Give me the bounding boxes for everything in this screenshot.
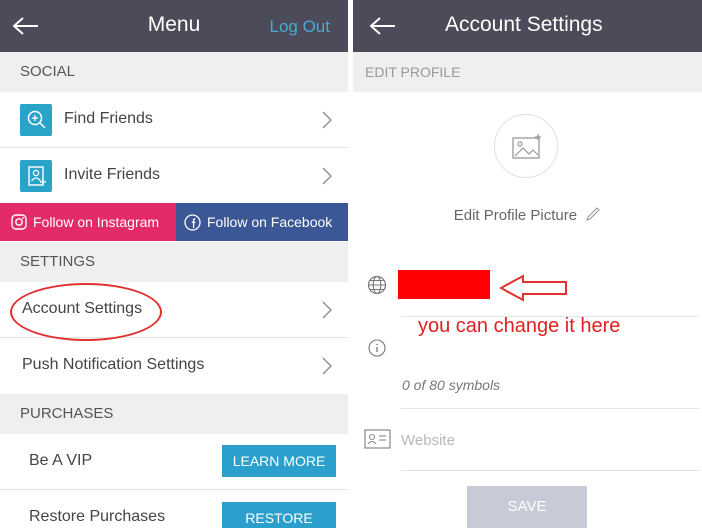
account-settings-panel: Account Settings EDIT PROFILE Edit Profi… bbox=[353, 0, 702, 528]
follow-instagram-label: Follow on Instagram bbox=[33, 214, 160, 230]
follow-facebook-label: Follow on Facebook bbox=[207, 214, 333, 230]
bio-underline bbox=[401, 408, 699, 409]
info-icon bbox=[368, 339, 386, 357]
find-friends-icon bbox=[20, 104, 52, 136]
chevron-right-icon bbox=[322, 111, 332, 129]
section-edit-profile: EDIT PROFILE bbox=[353, 52, 702, 92]
redacted-username[interactable] bbox=[398, 270, 490, 299]
social-follow-bar: Follow on Instagram Follow on Facebook bbox=[0, 203, 348, 241]
profile-picture[interactable] bbox=[494, 114, 558, 178]
edit-profile-picture-label: Edit Profile Picture bbox=[453, 207, 578, 224]
find-friends-label: Find Friends bbox=[64, 110, 153, 127]
facebook-icon bbox=[184, 214, 201, 231]
find-friends-item[interactable]: Find Friends bbox=[0, 92, 348, 148]
follow-instagram-button[interactable]: Follow on Instagram bbox=[0, 203, 176, 241]
menu-header: Menu Log Out bbox=[0, 0, 348, 52]
contact-card-icon bbox=[364, 429, 391, 449]
section-settings: SETTINGS bbox=[0, 242, 348, 282]
follow-facebook-button[interactable]: Follow on Facebook bbox=[176, 203, 348, 241]
pencil-icon bbox=[586, 207, 601, 221]
menu-panel: Menu Log Out SOCIAL Find Friends Invite … bbox=[0, 0, 348, 528]
back-arrow-icon[interactable] bbox=[369, 16, 397, 36]
bio-counter: 0 of 80 symbols bbox=[402, 377, 501, 393]
invite-friends-item[interactable]: Invite Friends bbox=[0, 148, 348, 204]
restore-button[interactable]: RESTORE bbox=[222, 502, 336, 528]
account-title: Account Settings bbox=[445, 13, 603, 36]
chevron-right-icon bbox=[322, 357, 332, 375]
invite-friends-label: Invite Friends bbox=[64, 166, 161, 183]
website-input[interactable] bbox=[401, 428, 691, 452]
save-button[interactable]: SAVE bbox=[467, 486, 587, 528]
invite-friends-icon bbox=[20, 160, 52, 192]
add-photo-icon bbox=[512, 134, 541, 159]
learn-more-button[interactable]: LEARN MORE bbox=[222, 445, 336, 477]
globe-icon bbox=[367, 275, 387, 295]
restore-purchases-item: Restore Purchases RESTORE bbox=[0, 490, 348, 528]
chevron-right-icon bbox=[322, 167, 332, 185]
section-social: SOCIAL bbox=[0, 52, 348, 92]
instagram-icon bbox=[11, 214, 27, 230]
logout-button[interactable]: Log Out bbox=[270, 17, 331, 37]
account-header: Account Settings bbox=[353, 0, 702, 52]
vip-label: Be A VIP bbox=[29, 452, 93, 469]
annotation-arrow bbox=[499, 274, 567, 302]
restore-purchases-label: Restore Purchases bbox=[29, 508, 166, 525]
website-underline bbox=[401, 470, 699, 471]
section-purchases: PURCHASES bbox=[0, 394, 348, 434]
annotation-ellipse bbox=[10, 283, 162, 341]
edit-profile-picture[interactable]: Edit Profile Picture bbox=[353, 206, 702, 224]
chevron-right-icon bbox=[322, 301, 332, 319]
vip-item: Be A VIP LEARN MORE bbox=[0, 434, 348, 490]
annotation-text: you can change it here bbox=[418, 315, 621, 337]
push-notification-settings-label: Push Notification Settings bbox=[22, 356, 205, 373]
push-notification-settings-item[interactable]: Push Notification Settings bbox=[0, 338, 348, 394]
